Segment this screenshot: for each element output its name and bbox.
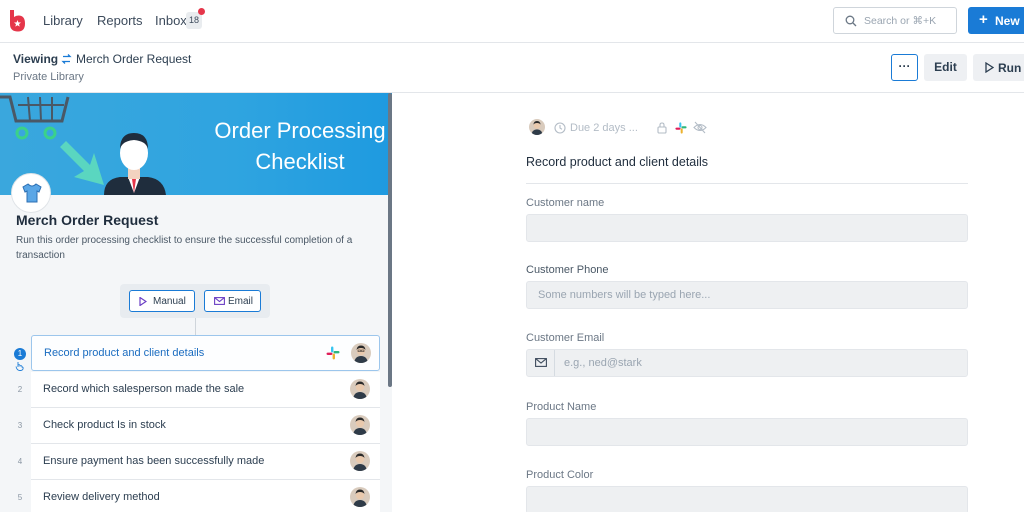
app-logo-icon[interactable] xyxy=(8,10,26,32)
customer-email-field[interactable] xyxy=(526,349,968,377)
task-number: 4 xyxy=(17,457,23,466)
workflow-sidebar: Order Processing Checklist Merch Order R… xyxy=(0,93,392,512)
assignee-avatar[interactable] xyxy=(350,415,370,435)
task-label: Review delivery method xyxy=(43,491,160,503)
field-label: Product Color xyxy=(526,469,594,481)
product-name-field[interactable] xyxy=(526,418,968,446)
field-label: Customer Phone xyxy=(526,264,609,276)
notification-dot xyxy=(198,8,205,15)
play-icon xyxy=(139,297,147,306)
task-number: 1 xyxy=(14,348,26,360)
due-date[interactable]: Due 2 days ... xyxy=(570,122,638,134)
product-color-input[interactable] xyxy=(527,487,967,512)
edit-button[interactable]: Edit xyxy=(924,54,967,81)
envelope-icon xyxy=(535,358,547,367)
envelope-icon xyxy=(214,297,225,305)
task-row[interactable]: Record product and client details xyxy=(31,335,380,371)
customer-phone-input[interactable] xyxy=(527,282,967,308)
search-placeholder: Search or ⌘+K xyxy=(864,15,937,27)
task-heading: Record product and client details xyxy=(526,155,709,169)
assignee-avatar[interactable] xyxy=(350,451,370,471)
task-label: Record which salesperson made the sale xyxy=(43,383,245,395)
workflow-header: Viewing Merch Order Request Private Libr… xyxy=(0,43,1024,93)
task-row[interactable]: Record which salesperson made the sale xyxy=(31,372,380,408)
hand-pointer-icon xyxy=(15,362,24,371)
viewing-label: Viewing xyxy=(13,52,59,66)
library-name[interactable]: Private Library xyxy=(13,71,84,83)
plus-icon: + xyxy=(979,11,988,28)
field-label: Customer name xyxy=(526,197,605,209)
field-label: Customer Email xyxy=(526,332,605,344)
search-input[interactable]: Search or ⌘+K xyxy=(833,7,957,34)
product-name-input[interactable] xyxy=(527,419,967,445)
nav-inbox-link[interactable]: Inbox xyxy=(155,13,187,28)
new-button[interactable]: + New xyxy=(968,7,1024,34)
lock-icon[interactable] xyxy=(657,122,667,134)
task-number: 3 xyxy=(17,421,23,430)
top-navigation: Library Reports Inbox 18 Search or ⌘+K +… xyxy=(0,0,1024,43)
task-detail-panel: Due 2 days ... Record product and client… xyxy=(392,93,1024,512)
assignee-avatar[interactable] xyxy=(351,343,371,363)
play-icon xyxy=(985,62,994,73)
nav-library-link[interactable]: Library xyxy=(43,13,83,28)
clock-icon xyxy=(554,122,566,134)
task-label: Check product Is in stock xyxy=(43,419,166,431)
tshirt-icon xyxy=(22,183,42,203)
product-color-field[interactable] xyxy=(526,486,968,512)
manual-trigger-button[interactable]: Manual xyxy=(129,290,195,312)
workflow-icon xyxy=(11,173,51,213)
more-options-button[interactable]: ··· xyxy=(891,54,918,81)
slack-icon xyxy=(326,346,340,360)
workflow-banner: Order Processing Checklist xyxy=(0,93,392,195)
nav-reports-link[interactable]: Reports xyxy=(97,13,143,28)
task-label: Ensure payment has been successfully mad… xyxy=(43,455,265,467)
email-trigger-button[interactable]: Email xyxy=(204,290,261,312)
email-prefix xyxy=(527,350,555,376)
assignee-avatar[interactable] xyxy=(350,379,370,399)
eye-hidden-icon[interactable] xyxy=(693,121,707,134)
task-row[interactable]: Ensure payment has been successfully mad… xyxy=(31,444,380,480)
assignee-avatar[interactable] xyxy=(529,119,545,135)
customer-name-input[interactable] xyxy=(527,215,967,241)
workflow-title[interactable]: Merch Order Request xyxy=(76,52,191,66)
task-number: 5 xyxy=(17,493,23,502)
task-row[interactable]: Check product Is in stock xyxy=(31,408,380,444)
trigger-panel: Manual Email xyxy=(120,284,270,318)
customer-phone-field[interactable] xyxy=(526,281,968,309)
workflow-description: Run this order processing checklist to e… xyxy=(16,235,353,261)
field-label: Product Name xyxy=(526,401,597,413)
trigger-connector xyxy=(195,318,196,336)
customer-email-input[interactable] xyxy=(555,350,967,376)
workflow-sync-icon xyxy=(61,54,72,64)
task-label: Record product and client details xyxy=(44,347,205,359)
banner-title: Order Processing Checklist xyxy=(214,118,386,174)
slack-icon[interactable] xyxy=(675,122,687,134)
task-row[interactable]: Review delivery method xyxy=(31,480,380,512)
assignee-avatar[interactable] xyxy=(350,487,370,507)
run-workflow-button[interactable]: Run Workflow xyxy=(973,54,1024,81)
task-number: 2 xyxy=(17,385,23,394)
divider xyxy=(526,183,968,184)
customer-name-field[interactable] xyxy=(526,214,968,242)
workflow-name: Merch Order Request xyxy=(16,212,159,228)
search-icon xyxy=(845,15,857,27)
shopping-cart-icon xyxy=(0,95,70,123)
